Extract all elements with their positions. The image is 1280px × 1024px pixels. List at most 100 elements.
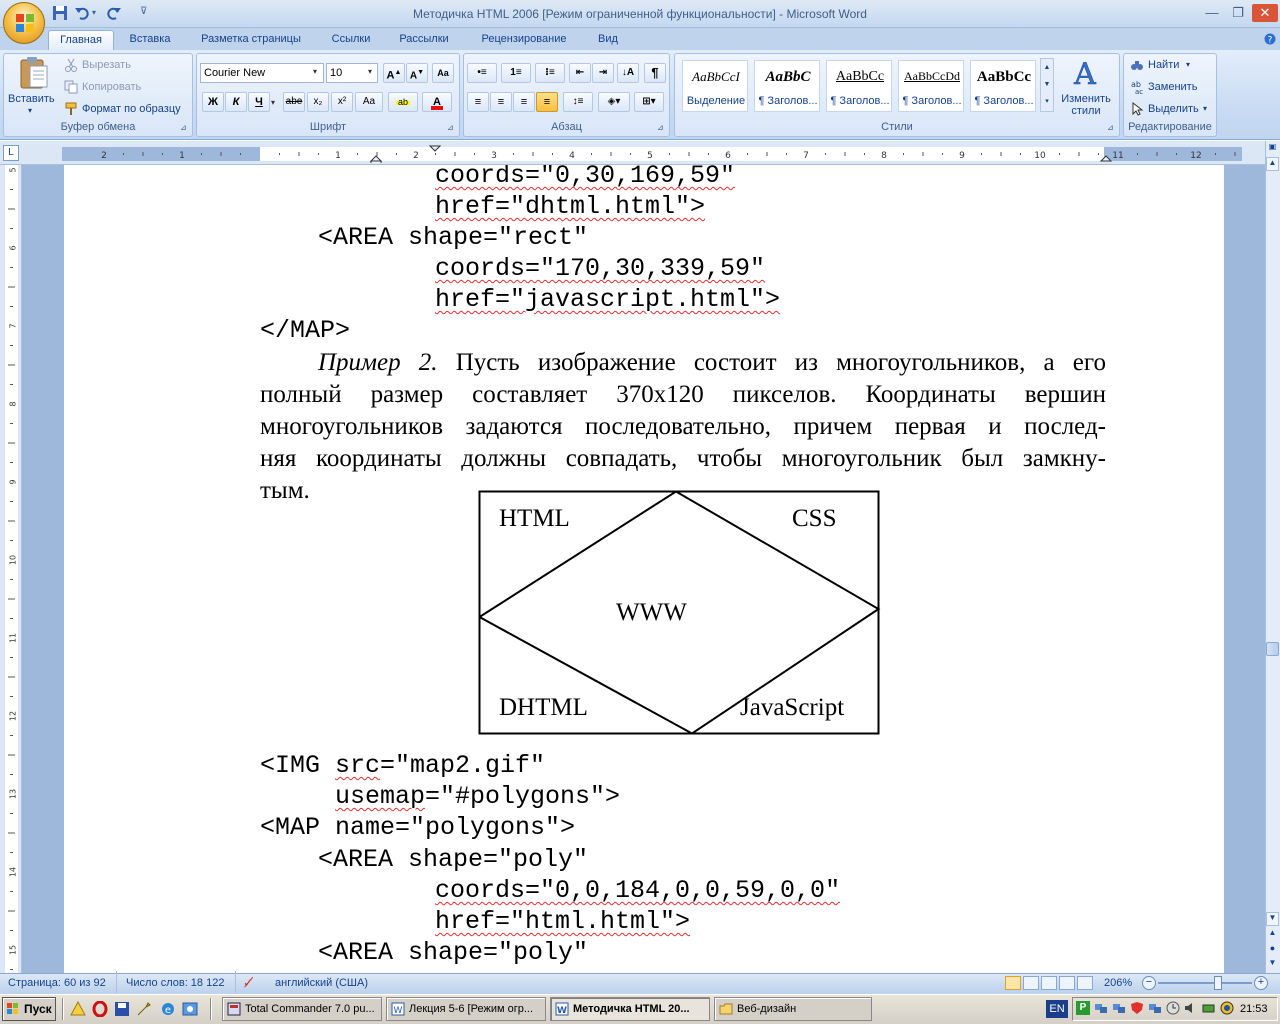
quicklaunch-opera-icon[interactable]: [92, 1001, 108, 1017]
styles-launcher-icon[interactable]: ⊿: [1107, 123, 1114, 132]
style-item-heading-3[interactable]: AaBbCcDd ¶ Заголов...: [898, 60, 964, 112]
find-dropdown-icon[interactable]: ▾: [1186, 60, 1190, 69]
italic-button[interactable]: К: [225, 92, 247, 112]
superscript-button[interactable]: x²: [331, 92, 353, 112]
font-name-box[interactable]: Courier New: [200, 63, 324, 83]
numbering-icon[interactable]: 1≡: [501, 63, 531, 83]
customize-qat-icon[interactable]: ⊽: [140, 6, 147, 17]
vertical-ruler[interactable]: 5 6 7 8 9 10 11 12 13 14 15: [3, 165, 20, 973]
replace-button[interactable]: Заменить: [1148, 81, 1197, 93]
cut-button[interactable]: Вырезать: [82, 59, 131, 71]
grow-font-icon[interactable]: A▲: [383, 63, 405, 83]
paste-dropdown-icon[interactable]: ▾: [28, 106, 32, 115]
quicklaunch-ie-icon[interactable]: e: [160, 1001, 176, 1017]
underline-dropdown-icon[interactable]: ▾: [271, 98, 275, 107]
tray-app-icon[interactable]: P: [1076, 1001, 1090, 1015]
browse-object-icon[interactable]: ●: [1266, 943, 1279, 957]
paragraph-launcher-icon[interactable]: ⊿: [657, 123, 664, 132]
shrink-font-icon[interactable]: A▼: [406, 63, 428, 83]
scroll-thumb[interactable]: [1266, 642, 1279, 656]
minimize-icon[interactable]: —: [1199, 4, 1225, 22]
change-styles-button[interactable]: Изменить стили: [1058, 93, 1114, 117]
maximize-icon[interactable]: ❐: [1225, 4, 1251, 22]
office-button[interactable]: [3, 2, 45, 44]
task-total-commander[interactable]: Total Commander 7.0 pu...: [222, 997, 382, 1021]
zoom-out-icon[interactable]: −: [1142, 976, 1156, 990]
style-item-heading-4[interactable]: AaBbCc ¶ Заголов...: [970, 60, 1036, 112]
start-button[interactable]: Пуск: [2, 997, 56, 1021]
font-color-icon[interactable]: A: [422, 92, 452, 112]
tray-network-icon[interactable]: [1112, 1001, 1126, 1015]
align-left-icon[interactable]: ≡: [467, 92, 489, 112]
tab-mailings[interactable]: Рассылки: [388, 30, 460, 50]
save-icon[interactable]: [52, 5, 68, 21]
select-dropdown-icon[interactable]: ▾: [1203, 104, 1207, 113]
tab-insert[interactable]: Вставка: [120, 30, 180, 50]
align-center-icon[interactable]: ≡: [490, 92, 512, 112]
tab-references[interactable]: Ссылки: [320, 30, 382, 50]
tab-page-layout[interactable]: Разметка страницы: [186, 30, 316, 50]
sort-icon[interactable]: ↓A: [617, 63, 639, 83]
zoom-slider-track[interactable]: [1158, 982, 1252, 984]
font-name-dropdown-icon[interactable]: ▾: [313, 67, 317, 76]
draft-view-icon[interactable]: [1077, 976, 1093, 990]
shading-icon[interactable]: ◈▾: [598, 92, 630, 112]
scroll-down-icon[interactable]: ▼: [1266, 912, 1279, 926]
increase-indent-icon[interactable]: ⇥: [592, 63, 614, 83]
justify-icon[interactable]: ≡: [536, 92, 558, 112]
zoom-level[interactable]: 206%: [1104, 977, 1132, 989]
help-icon[interactable]: ?: [1264, 33, 1276, 45]
clear-format-icon[interactable]: Aa: [432, 63, 454, 83]
font-launcher-icon[interactable]: ⊿: [447, 123, 454, 132]
redo-icon[interactable]: [106, 5, 122, 21]
style-item-heading-2[interactable]: AaBbCc ¶ Заголов...: [826, 60, 892, 112]
align-right-icon[interactable]: ≡: [513, 92, 535, 112]
clipboard-launcher-icon[interactable]: ⊿: [180, 123, 187, 132]
reading-view-icon[interactable]: [1023, 976, 1039, 990]
zoom-in-icon[interactable]: +: [1254, 976, 1268, 990]
select-button[interactable]: Выделить: [1148, 103, 1199, 115]
task-lecture-doc[interactable]: W Лекция 5-6 [Режим огр...: [386, 997, 546, 1021]
tab-home[interactable]: Главная: [48, 30, 114, 50]
undo-icon[interactable]: [74, 5, 90, 21]
vertical-scrollbar[interactable]: [1265, 141, 1280, 973]
format-painter-button[interactable]: Формат по образцу: [82, 103, 181, 115]
status-page[interactable]: Страница: 60 из 92: [8, 977, 106, 989]
style-item-emphasis[interactable]: AaBbCcI Выделение: [682, 60, 748, 112]
ruler-toggle-icon[interactable]: ▣: [1266, 142, 1279, 155]
tray-network-icon[interactable]: [1094, 1001, 1108, 1015]
font-size-dropdown-icon[interactable]: ▾: [368, 67, 372, 76]
quicklaunch-save-icon[interactable]: [114, 1001, 130, 1017]
tab-selector-icon[interactable]: L: [3, 145, 19, 161]
paste-button[interactable]: Вставить: [8, 93, 55, 105]
web-layout-view-icon[interactable]: [1041, 976, 1057, 990]
styles-scroll-icon[interactable]: ▲ ▼ ▾: [1040, 58, 1054, 112]
previous-page-icon[interactable]: ▲: [1266, 928, 1279, 942]
multilevel-list-icon[interactable]: ⁝≡: [535, 63, 565, 83]
paste-icon[interactable]: [18, 56, 50, 90]
tab-review[interactable]: Рецензирование: [466, 30, 582, 50]
subscript-button[interactable]: x₂: [307, 92, 329, 112]
change-case-button[interactable]: Aa: [355, 92, 383, 112]
change-styles-icon[interactable]: A: [1068, 56, 1102, 90]
outline-view-icon[interactable]: [1059, 976, 1075, 990]
print-layout-view-icon[interactable]: [1005, 976, 1021, 990]
horizontal-ruler[interactable]: 2 1 1 2 3 4 5 6 7 8 9 10 11 12: [22, 145, 1265, 163]
quicklaunch-browser-icon[interactable]: [182, 1001, 198, 1017]
highlight-icon[interactable]: ab: [388, 92, 418, 112]
undo-dropdown-icon[interactable]: ▾: [92, 8, 96, 17]
task-metodichka-doc[interactable]: W Методичка HTML 20...: [550, 997, 710, 1021]
find-button[interactable]: Найти: [1148, 59, 1179, 71]
quicklaunch-acrobat-icon[interactable]: [70, 1001, 86, 1017]
next-page-icon[interactable]: ▼: [1266, 958, 1279, 972]
zoom-slider-thumb[interactable]: [1214, 976, 1222, 990]
task-web-design[interactable]: Веб-дизайн: [714, 997, 872, 1021]
show-marks-icon[interactable]: ¶: [644, 63, 666, 83]
status-words[interactable]: Число слов: 18 122: [126, 977, 224, 989]
tray-antivirus-icon[interactable]: [1220, 1001, 1234, 1015]
close-icon[interactable]: ✕: [1252, 4, 1278, 22]
document-page[interactable]: coords="0,30,169,59" href="dhtml.html"> …: [64, 165, 1224, 973]
decrease-indent-icon[interactable]: ⇤: [569, 63, 591, 83]
bullets-icon[interactable]: •≡: [467, 63, 497, 83]
underline-button[interactable]: Ч: [248, 92, 270, 112]
